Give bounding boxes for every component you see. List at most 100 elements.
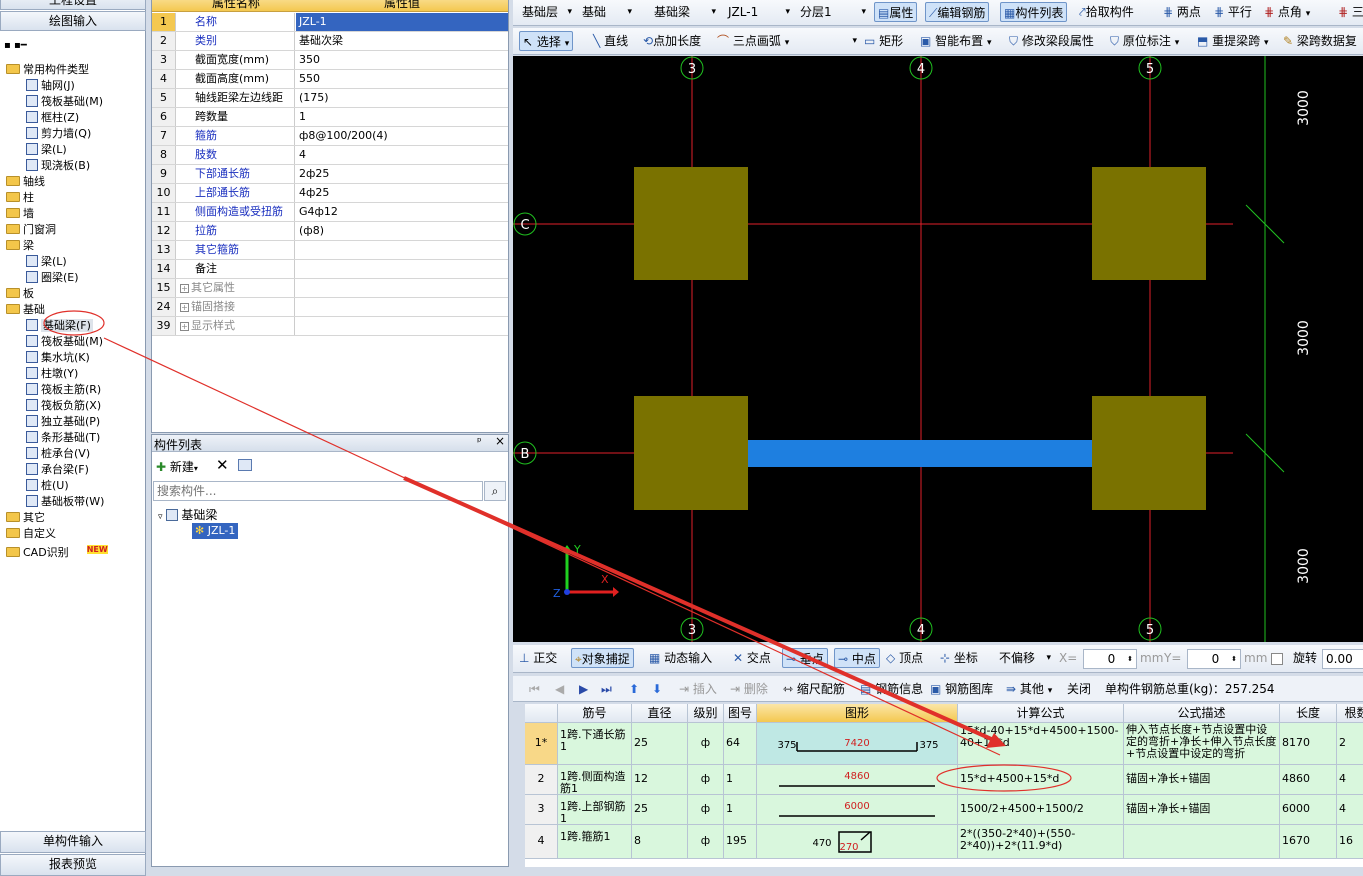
- tree-item[interactable]: 柱墩(Y): [26, 366, 78, 382]
- midpoint-button[interactable]: ⊸ 中点: [834, 648, 880, 668]
- rebar-cell-dia[interactable]: 12: [632, 765, 688, 795]
- property-row[interactable]: 15 + 其它属性: [152, 279, 508, 298]
- rebar-cell-name[interactable]: 1跨.上部钢筋1: [558, 795, 632, 825]
- tree-item[interactable]: 条形基础(T): [26, 430, 100, 446]
- rebar-cell-dia[interactable]: 8: [632, 825, 688, 859]
- rebar-cell-grade[interactable]: ф: [688, 765, 724, 795]
- tree-item[interactable]: 剪力墙(Q): [26, 126, 91, 142]
- tree-child-jzl1[interactable]: ✻ JZL-1: [192, 523, 239, 539]
- rebar-cell-fig[interactable]: 64: [724, 723, 757, 765]
- copy-icon[interactable]: [238, 459, 252, 471]
- property-row[interactable]: 5 轴线距梁左边线距 (175): [152, 89, 508, 108]
- rebar-shape-cell[interactable]: 375 7420 375: [757, 723, 958, 765]
- x-input[interactable]: 0 ⬍: [1083, 649, 1137, 669]
- rebar-info-button[interactable]: ▤ 钢筋信息: [860, 679, 923, 699]
- reextract-span-button[interactable]: ⬒ 重提梁跨 ▾: [1197, 31, 1269, 51]
- arc-mode-select[interactable]: ▾: [805, 32, 860, 52]
- move-up-icon[interactable]: ⬆: [629, 679, 639, 699]
- property-value[interactable]: [296, 241, 508, 259]
- delete-icon[interactable]: ✕: [216, 456, 229, 474]
- rebar-cell-len[interactable]: 4860: [1280, 765, 1337, 795]
- property-value[interactable]: [296, 298, 508, 316]
- rebar-cell-dia[interactable]: 25: [632, 795, 688, 825]
- property-row[interactable]: 9 下部通长筋 2ф25: [152, 165, 508, 184]
- modify-span-button[interactable]: ⛉ 修改梁段属性: [1009, 31, 1094, 51]
- tree-collapse-icon[interactable]: ▪ ▪━: [4, 40, 27, 51]
- rect-button[interactable]: ▭ 矩形: [864, 31, 903, 51]
- property-value[interactable]: G4ф12: [296, 203, 508, 221]
- property-row[interactable]: 13 其它箍筋: [152, 241, 508, 260]
- property-value[interactable]: (ф8): [296, 222, 508, 240]
- property-row[interactable]: 2 类别 基础次梁: [152, 32, 508, 51]
- property-value[interactable]: 350: [296, 51, 508, 69]
- property-row[interactable]: 1 名称 JZL-1: [152, 13, 508, 32]
- select-button[interactable]: ↖ 选择 ▾: [519, 31, 574, 51]
- close-icon[interactable]: ×: [495, 434, 505, 448]
- property-value[interactable]: 4: [296, 146, 508, 164]
- layer-select[interactable]: 分层1 ▾: [797, 3, 869, 23]
- inplace-label-button[interactable]: ⛉ 原位标注 ▾: [1110, 31, 1179, 51]
- line-button[interactable]: ╲ 直线: [593, 31, 628, 51]
- property-value[interactable]: [296, 317, 508, 335]
- rebar-shape-cell[interactable]: 470 270: [757, 825, 958, 859]
- expand-icon[interactable]: +: [180, 284, 189, 293]
- property-row[interactable]: 3 截面宽度(mm) 350: [152, 51, 508, 70]
- rebar-cell-n[interactable]: 3: [525, 795, 558, 825]
- rebar-cell-desc[interactable]: [1124, 825, 1280, 859]
- rebar-cell-formula[interactable]: 1500/2+4500+1500/2: [958, 795, 1124, 825]
- rebar-cell-name[interactable]: 1跨.下通长筋1: [558, 723, 632, 765]
- rebar-cell-name[interactable]: 1跨.侧面构造筋1: [558, 765, 632, 795]
- tree-item[interactable]: 基础梁(F): [26, 318, 93, 334]
- property-row[interactable]: 14 备注: [152, 260, 508, 279]
- tree-item[interactable]: 圈梁(E): [26, 270, 79, 286]
- new-button[interactable]: ✚ 新建▾: [156, 457, 198, 477]
- copy-span-data-button[interactable]: ✎ 梁跨数据复: [1283, 31, 1357, 51]
- rebar-cell-desc[interactable]: 锚固+净长+锚固: [1124, 795, 1280, 825]
- category-select[interactable]: 基础 ▾: [579, 3, 635, 23]
- property-value[interactable]: 1: [296, 108, 508, 126]
- three-button[interactable]: ⋕ 三: [1338, 2, 1363, 22]
- rebar-cell-dia[interactable]: 25: [632, 723, 688, 765]
- rebar-cell-grade[interactable]: ф: [688, 825, 724, 859]
- rebar-cell-cnt[interactable]: 4: [1337, 795, 1363, 825]
- tree-item[interactable]: 筏板基础(M): [26, 94, 103, 110]
- point-angle-button[interactable]: ⋕ 点角 ▾: [1264, 2, 1310, 22]
- property-row[interactable]: 39 + 显示样式: [152, 317, 508, 336]
- tree-item[interactable]: 筏板主筋(R): [26, 382, 101, 398]
- tree-item[interactable]: 常用构件类型: [6, 62, 89, 78]
- tree-item[interactable]: 其它: [6, 510, 45, 526]
- drawing-canvas[interactable]: 3 4 5 3 4 5 C B 3000 3000 3000 Y Z X: [513, 56, 1363, 642]
- tree-item[interactable]: CAD识别 NEW: [6, 542, 108, 559]
- property-row[interactable]: 11 侧面构造或受扭筋 G4ф12: [152, 203, 508, 222]
- rebar-library-button[interactable]: ▣ 钢筋图库: [930, 679, 993, 699]
- property-row[interactable]: 8 肢数 4: [152, 146, 508, 165]
- tree-item[interactable]: 板: [6, 286, 34, 302]
- drawing-svg[interactable]: 3 4 5 3 4 5 C B 3000 3000 3000 Y Z X: [513, 56, 1363, 642]
- rebar-cell-desc[interactable]: 伸入节点长度+节点设置中设定的弯折+净长+伸入节点长度+节点设置中设定的弯折: [1124, 723, 1280, 765]
- tree-item[interactable]: 筏板负筋(X): [26, 398, 101, 414]
- rotate-checkbox[interactable]: [1271, 653, 1283, 665]
- tree-item[interactable]: 梁(L): [26, 254, 67, 270]
- project-settings-tab[interactable]: 工程设置: [0, 0, 146, 10]
- rebar-cell-len[interactable]: 6000: [1280, 795, 1337, 825]
- property-value[interactable]: [296, 260, 508, 278]
- collapse-icon[interactable]: ▿: [158, 512, 163, 522]
- rebar-cell-grade[interactable]: ф: [688, 795, 724, 825]
- arc-button[interactable]: ⌒ 三点画弧 ▾: [717, 31, 789, 51]
- tree-item[interactable]: 基础: [6, 302, 45, 318]
- rebar-cell-formula[interactable]: 2*((350-2*40)+(550-2*40))+2*(11.9*d): [958, 825, 1124, 859]
- move-down-icon[interactable]: ⬇: [652, 679, 662, 699]
- last-icon[interactable]: ⏭: [601, 679, 612, 699]
- pick-button[interactable]: ⤤拾取构件: [1079, 2, 1134, 22]
- intersection-button[interactable]: ✕ 交点: [733, 648, 771, 668]
- y-input[interactable]: 0 ⬍: [1187, 649, 1241, 669]
- tree-item[interactable]: 梁(L): [26, 142, 67, 158]
- component-list-button[interactable]: ▦构件列表: [1000, 2, 1068, 22]
- tree-item[interactable]: 框柱(Z): [26, 110, 79, 126]
- floor-select[interactable]: 基础层 ▾: [519, 3, 575, 23]
- property-row[interactable]: 7 箍筋 ф8@100/200(4): [152, 127, 508, 146]
- single-input-tab[interactable]: 单构件输入: [0, 831, 146, 853]
- tree-item[interactable]: 自定义: [6, 526, 56, 542]
- rebar-cell-desc[interactable]: 锚固+净长+锚固: [1124, 765, 1280, 795]
- perpendicular-button[interactable]: ⊸ 垂点: [782, 648, 828, 668]
